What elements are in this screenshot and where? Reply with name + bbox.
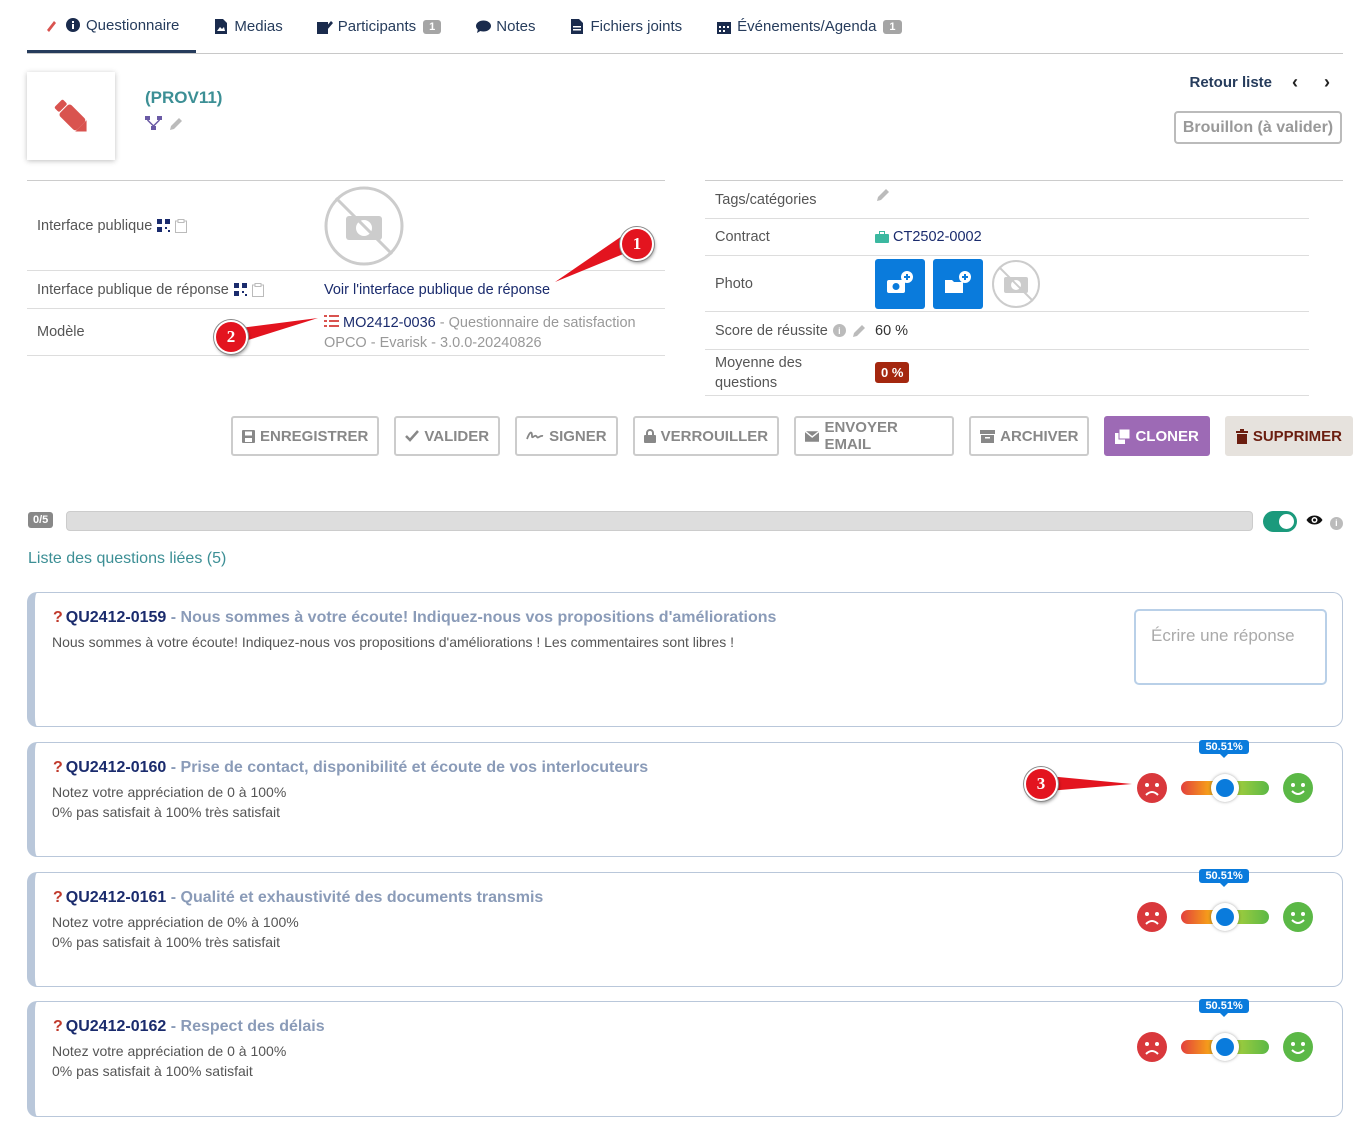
annotation-arrows xyxy=(240,236,1132,791)
annotation-marker-2: 2 xyxy=(214,320,248,354)
annotation-marker-3: 3 xyxy=(1024,767,1058,801)
annotation-arrow-3 xyxy=(1048,776,1132,791)
annotation-marker-1: 1 xyxy=(620,227,654,261)
annotation-arrow-2 xyxy=(240,318,318,341)
